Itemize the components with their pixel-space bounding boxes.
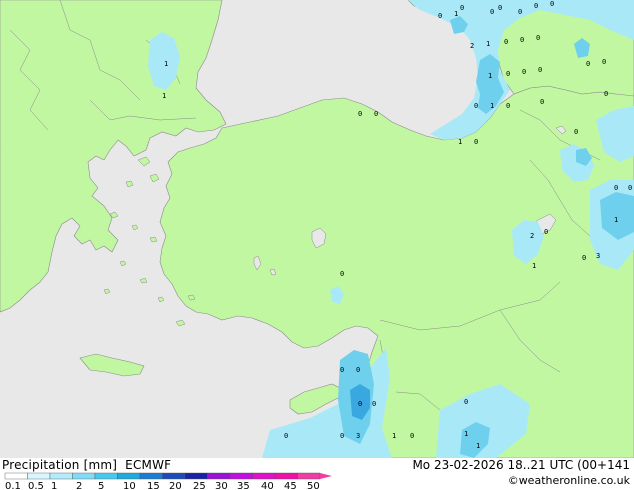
- legend-label: 35: [237, 481, 250, 490]
- precip-value-label: 0: [504, 38, 508, 46]
- legend-label: 5: [98, 481, 104, 490]
- legend-swatch: [49, 472, 73, 480]
- precip-value-label: 0: [538, 66, 542, 74]
- legend-label: 0.5: [28, 481, 44, 490]
- precip-value-label: 0: [506, 102, 510, 110]
- precip-value-label: 1: [476, 442, 480, 450]
- precip-value-label: 0: [586, 60, 590, 68]
- validity-time: Mo 23-02-2026 18..21 UTC (00+141: [412, 458, 630, 472]
- precip-value-label: 0: [536, 34, 540, 42]
- precip-value-label: 1: [162, 92, 166, 100]
- legend-label: 0.1: [5, 481, 21, 490]
- legend-swatch: [229, 472, 253, 480]
- model-name: ECMWF: [125, 458, 172, 472]
- legend-label: 20: [169, 481, 182, 490]
- legend-label: 45: [284, 481, 297, 490]
- legend-swatch: [184, 472, 208, 480]
- legend-label: 25: [193, 481, 206, 490]
- precip-value-label: 0: [604, 90, 608, 98]
- precip-value-label: 0: [540, 98, 544, 106]
- precip-value-label: 0: [284, 432, 288, 440]
- precip-value-label: 0: [464, 398, 468, 406]
- precip-value-label: 0: [518, 8, 522, 16]
- precip-value-label: 3: [596, 252, 600, 260]
- precip-value-label: 0: [522, 68, 526, 76]
- legend-swatch: [117, 472, 141, 480]
- precip-value-label: 1: [486, 40, 490, 48]
- legend-swatch: [94, 472, 118, 480]
- precip-value-label: 1: [392, 432, 396, 440]
- legend-swatch: [139, 472, 163, 480]
- precip-value-label: 0: [374, 110, 378, 118]
- precip-value-label: 2: [530, 232, 534, 240]
- precip-value-label: 1: [164, 60, 168, 68]
- precip-value-label: 1: [532, 262, 536, 270]
- legend-swatch: [297, 472, 321, 480]
- precip-value-label: 1: [458, 138, 462, 146]
- precip-value-label: 0: [358, 400, 362, 408]
- precip-value-label: 0: [520, 36, 524, 44]
- legend-swatch: [274, 472, 298, 480]
- precip-value-label: 0: [602, 58, 606, 66]
- precip-value-label: 0: [628, 184, 632, 192]
- precip-value-label: 0: [614, 184, 618, 192]
- precip-value-label: 0: [582, 254, 586, 262]
- legend-label: 30: [215, 481, 228, 490]
- legend-label: 2: [76, 481, 82, 490]
- legend-label: 10: [123, 481, 136, 490]
- precip-value-label: 0: [410, 432, 414, 440]
- legend-swatch: [252, 472, 276, 480]
- precipitation-map: 0100002100001000011100010000000021013000…: [0, 0, 634, 458]
- precip-value-label: 0: [544, 228, 548, 236]
- precip-value-label: 0: [474, 138, 478, 146]
- precip-value-label: 0: [474, 102, 478, 110]
- legend-swatch: [162, 472, 186, 480]
- credit-link[interactable]: ©weatheronline.co.uk: [508, 474, 630, 487]
- legend-swatch: [207, 472, 231, 480]
- legend-overflow-arrow: [320, 473, 332, 479]
- precip-value-label: 3: [356, 432, 360, 440]
- precip-value-label: 1: [614, 216, 618, 224]
- precip-value-label: 0: [438, 12, 442, 20]
- precip-value-label: 0: [340, 270, 344, 278]
- legend-label: 40: [261, 481, 274, 490]
- legend-swatch: [4, 472, 28, 480]
- precip-value-label: 2: [470, 42, 474, 50]
- precip-value-label: 0: [534, 2, 538, 10]
- legend-label: 50: [307, 481, 320, 490]
- precip-value-label: 1: [464, 430, 468, 438]
- precip-value-label: 0: [490, 8, 494, 16]
- precip-value-label: 0: [550, 0, 554, 8]
- precip-value-label: 0: [358, 110, 362, 118]
- legend-label: 1: [51, 481, 57, 490]
- precip-value-label: 0: [460, 4, 464, 12]
- precip-value-label: 0: [340, 366, 344, 374]
- legend-label: 15: [147, 481, 160, 490]
- precip-value-label: 0: [340, 432, 344, 440]
- precip-value-label: 0: [372, 400, 376, 408]
- precip-value-label: 1: [488, 72, 492, 80]
- precip-value-label: 0: [498, 4, 502, 12]
- precip-legend: 0.1 0.5 1 2 5 10 15 20 25 30 35 40 45 50: [3, 472, 333, 490]
- product-title: Precipitation [mm] ECMWF: [2, 458, 179, 472]
- product-name: Precipitation [mm]: [2, 458, 118, 472]
- precip-value-label: 0: [356, 366, 360, 374]
- precip-value-label: 1: [454, 10, 458, 18]
- footer-bar: Precipitation [mm] ECMWF Mo 23-02-2026 18…: [0, 458, 634, 490]
- precip-value-label: 0: [506, 70, 510, 78]
- legend-swatch: [27, 472, 51, 480]
- legend-swatch: [72, 472, 96, 480]
- precip-value-label: 1: [490, 102, 494, 110]
- precip-value-label: 0: [574, 128, 578, 136]
